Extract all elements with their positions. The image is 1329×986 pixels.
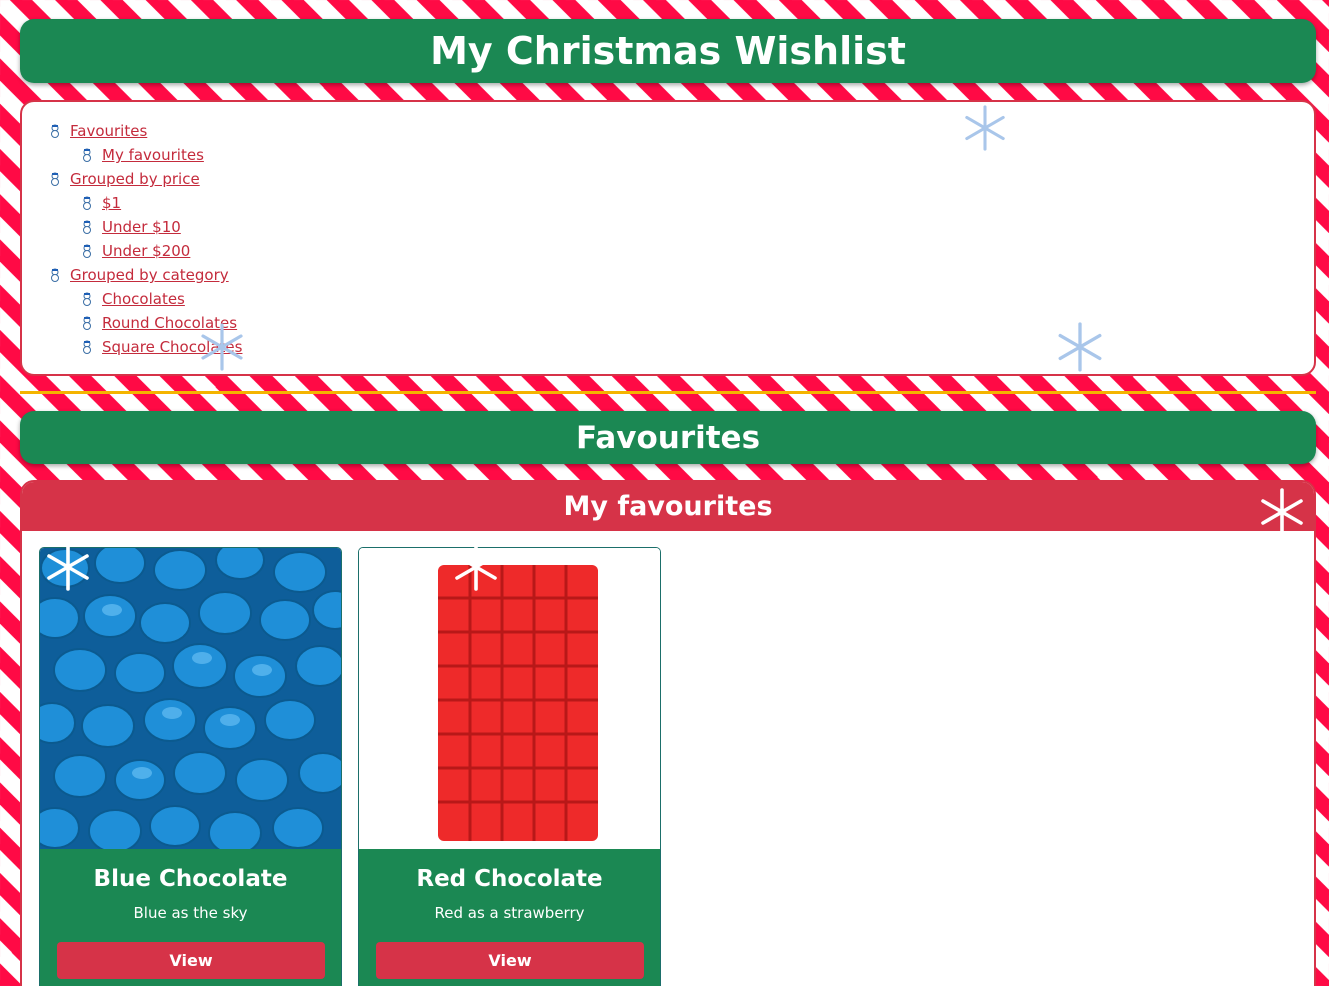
nav-link-under-10[interactable]: Under $10 bbox=[102, 218, 181, 236]
page-title: My Christmas Wishlist bbox=[20, 19, 1316, 83]
section-divider bbox=[20, 391, 1316, 394]
product-description: Blue as the sky bbox=[133, 904, 248, 922]
snowman-bullet-icon bbox=[83, 316, 91, 330]
favourites-panel: My favourites Blue Chocolate Blue as the… bbox=[20, 480, 1316, 986]
product-card-blue-chocolate: Blue Chocolate Blue as the sky View bbox=[39, 547, 342, 986]
nav-item-chocolates: Chocolates bbox=[48, 287, 242, 311]
snowman-bullet-icon bbox=[51, 172, 59, 186]
nav-item-my-favourites: My favourites bbox=[48, 143, 242, 167]
product-title: Blue Chocolate bbox=[93, 866, 288, 892]
snowman-bullet-icon bbox=[83, 220, 91, 234]
nav-link-under-200[interactable]: Under $200 bbox=[102, 242, 190, 260]
snowflake-icon bbox=[455, 543, 497, 591]
nav-item-under-10: Under $10 bbox=[48, 215, 242, 239]
product-card-red-chocolate: Red Chocolate Red as a strawberry View bbox=[358, 547, 661, 986]
red-chocolate-bar-image bbox=[359, 548, 660, 849]
nav-item-price-1: $1 bbox=[48, 191, 242, 215]
nav-item-under-200: Under $200 bbox=[48, 239, 242, 263]
nav-link-chocolates[interactable]: Chocolates bbox=[102, 290, 185, 308]
nav-link-favourites[interactable]: Favourites bbox=[70, 122, 147, 140]
snowflake-icon bbox=[47, 543, 89, 591]
snowman-bullet-icon bbox=[83, 340, 91, 354]
nav-link-price-1[interactable]: $1 bbox=[102, 194, 121, 212]
snowman-bullet-icon bbox=[83, 244, 91, 258]
nav-item-grouped-by-category: Grouped by category bbox=[48, 263, 242, 287]
panel-title: My favourites bbox=[22, 482, 1314, 531]
snowman-bullet-icon bbox=[83, 148, 91, 162]
snowman-bullet-icon bbox=[83, 196, 91, 210]
view-button[interactable]: View bbox=[376, 942, 644, 979]
snowflake-icon bbox=[1058, 322, 1102, 372]
snowflake-icon bbox=[965, 105, 1005, 151]
nav-link-my-favourites[interactable]: My favourites bbox=[102, 146, 204, 164]
section-title: Favourites bbox=[20, 411, 1316, 464]
nav-link-grouped-by-price[interactable]: Grouped by price bbox=[70, 170, 200, 188]
snowman-bullet-icon bbox=[51, 124, 59, 138]
blue-candies-image bbox=[40, 548, 341, 849]
nav-item-grouped-by-price: Grouped by price bbox=[48, 167, 242, 191]
nav-link-grouped-by-category[interactable]: Grouped by category bbox=[70, 266, 229, 284]
snowflake-icon bbox=[201, 323, 243, 371]
product-card-body: Red Chocolate Red as a strawberry View bbox=[359, 849, 660, 986]
snowman-bullet-icon bbox=[83, 292, 91, 306]
snowman-bullet-icon bbox=[51, 268, 59, 282]
snowflake-icon bbox=[1261, 488, 1303, 536]
view-button[interactable]: View bbox=[57, 942, 325, 979]
product-description: Red as a strawberry bbox=[434, 904, 585, 922]
nav-item-favourites: Favourites bbox=[48, 119, 242, 143]
product-title: Red Chocolate bbox=[416, 866, 603, 892]
product-card-body: Blue Chocolate Blue as the sky View bbox=[40, 849, 341, 986]
